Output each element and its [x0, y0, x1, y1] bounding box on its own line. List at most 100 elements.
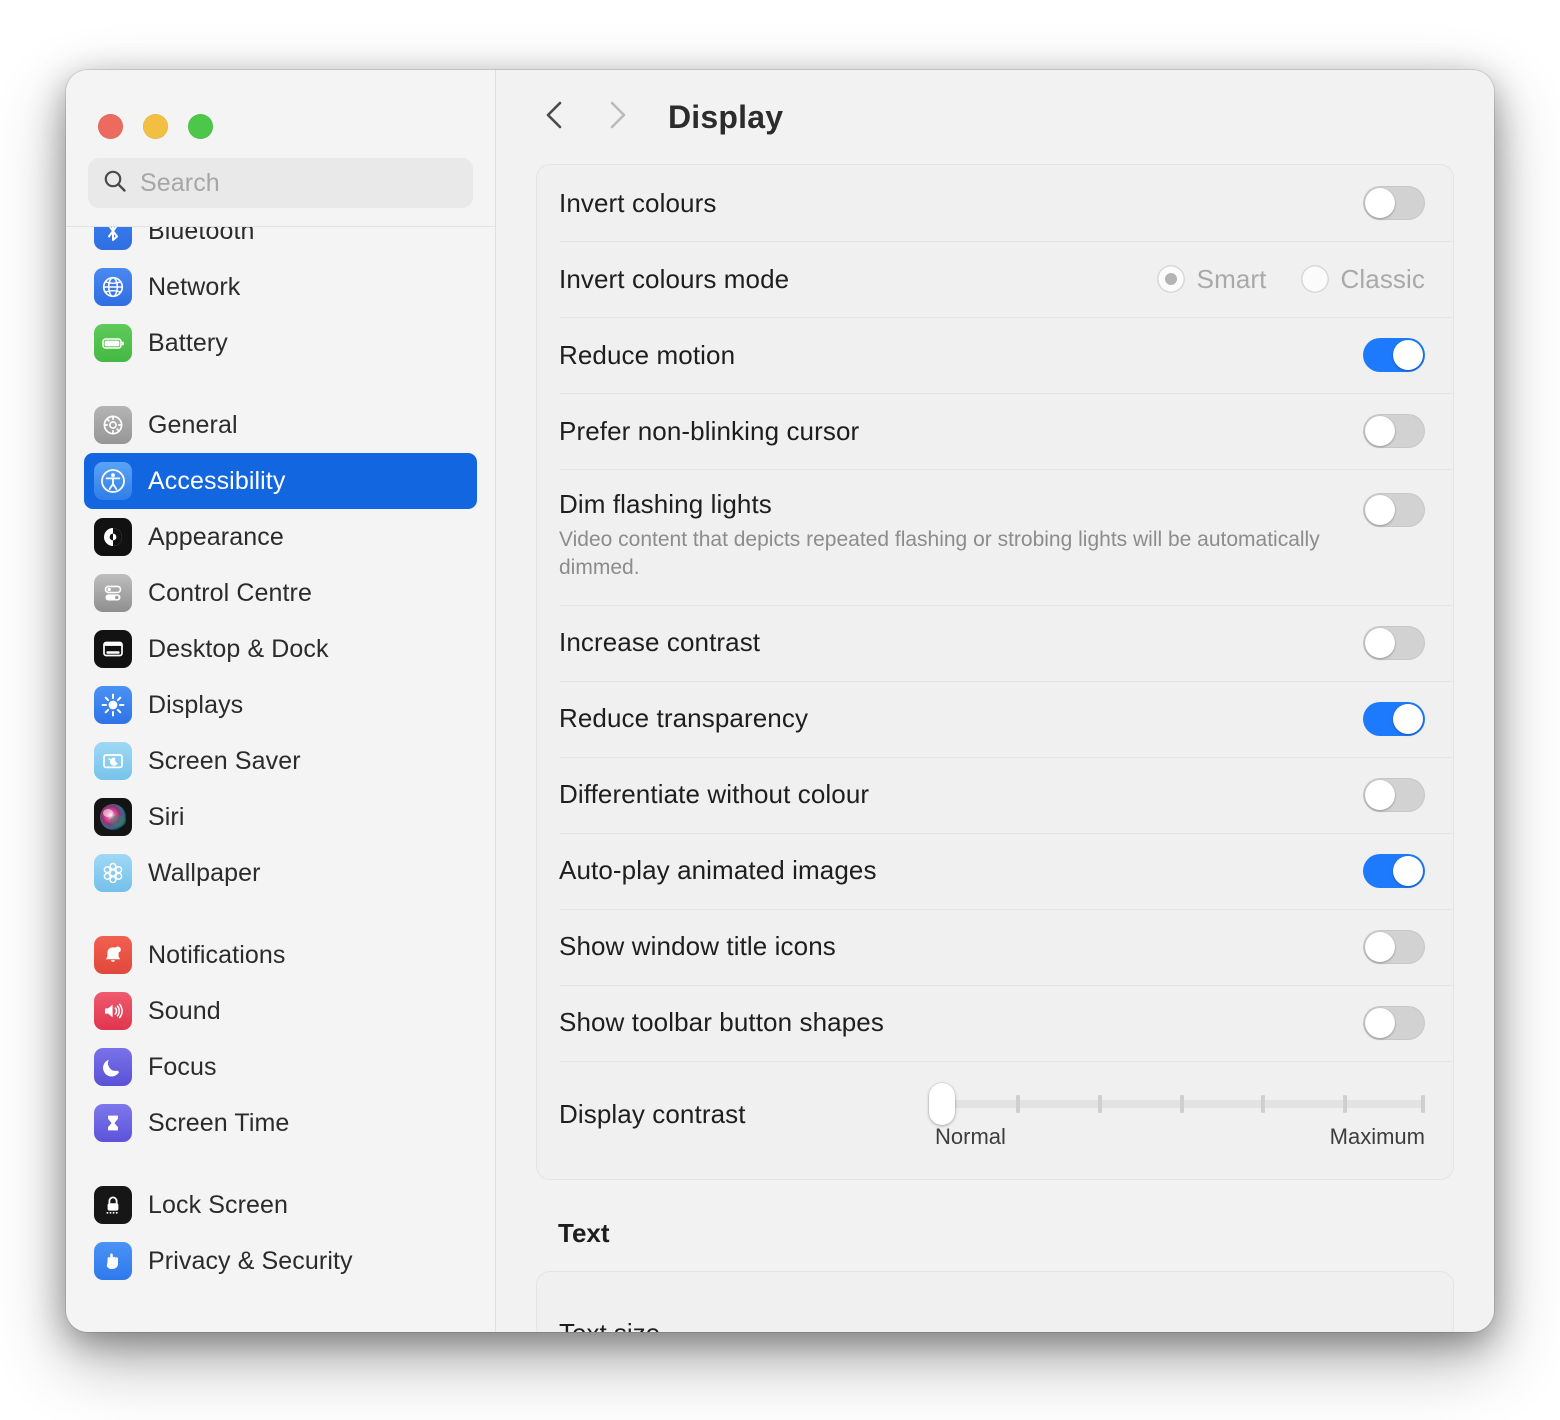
control-centre-icon: [94, 574, 132, 612]
row-reduce-transparency[interactable]: Reduce transparency: [537, 680, 1453, 757]
sidebar-item-lock-screen[interactable]: Lock Screen: [84, 1177, 477, 1233]
sidebar-item-notifications[interactable]: Notifications: [84, 927, 477, 983]
minimize-button[interactable]: [143, 114, 168, 139]
content-pane: Display Invert colours Invert colours mo…: [496, 70, 1494, 1332]
sidebar-item-bluetooth[interactable]: Bluetooth: [84, 227, 477, 259]
forward-button[interactable]: [586, 86, 648, 148]
sidebar-item-sound[interactable]: Sound: [84, 983, 477, 1039]
toggle-knob: [1365, 188, 1395, 218]
zoom-button[interactable]: [188, 114, 213, 139]
sidebar-item-label: Bluetooth: [148, 227, 255, 245]
accessibility-icon: [94, 462, 132, 500]
sidebar-item-desktop-dock[interactable]: Desktop & Dock: [84, 621, 477, 677]
sidebar-item-label: Siri: [148, 802, 185, 831]
row-label: Dim flashing lights: [559, 489, 772, 519]
close-button[interactable]: [98, 114, 123, 139]
toggle-knob: [1365, 931, 1395, 962]
row-differentiate-without-colour[interactable]: Differentiate without colour: [537, 756, 1453, 833]
toggle-knob: [1393, 703, 1423, 734]
row-label: Invert colours: [559, 187, 717, 218]
back-button[interactable]: [524, 86, 586, 148]
sidebar-item-privacy-security[interactable]: Privacy & Security: [84, 1233, 477, 1289]
row-increase-contrast[interactable]: Increase contrast: [537, 604, 1453, 681]
display-settings-card: Invert colours Invert colours mode Smart: [536, 164, 1454, 1180]
battery-icon: [94, 324, 132, 362]
sidebar-item-label: Appearance: [148, 522, 284, 551]
row-label: Reduce motion: [559, 339, 736, 370]
window-controls: [66, 70, 495, 144]
sidebar-item-focus[interactable]: Focus: [84, 1039, 477, 1095]
row-invert-colours[interactable]: Invert colours: [537, 165, 1453, 241]
slider-tick: [1098, 1094, 1103, 1113]
toggle-knob: [1365, 627, 1395, 658]
sidebar: Search Bluetooth Network Battery General…: [66, 70, 496, 1332]
show-window-title-icons-toggle[interactable]: [1363, 929, 1425, 964]
sidebar-item-network[interactable]: Network: [84, 259, 477, 315]
sidebar-item-wallpaper[interactable]: Wallpaper: [84, 845, 477, 901]
bell-icon: [94, 936, 132, 974]
toggle-knob: [1365, 779, 1395, 810]
slider-tick: [1016, 1094, 1021, 1113]
reduce-transparency-toggle[interactable]: [1363, 701, 1425, 736]
row-label: Auto-play animated images: [559, 855, 877, 886]
sidebar-item-control-centre[interactable]: Control Centre: [84, 565, 477, 621]
increase-contrast-toggle[interactable]: [1363, 625, 1425, 660]
invert-colours-mode-radio-group[interactable]: Smart Classic: [1156, 264, 1426, 295]
brightness-icon: [94, 686, 132, 724]
toggle-knob: [1365, 495, 1395, 525]
slider-tick: [1343, 1094, 1348, 1113]
row-prefer-non-blinking-cursor[interactable]: Prefer non-blinking cursor: [537, 393, 1453, 469]
sidebar-list[interactable]: Bluetooth Network Battery General Access…: [66, 227, 495, 1332]
row-invert-colours-mode[interactable]: Invert colours mode Smart Classic: [537, 241, 1453, 317]
sidebar-item-siri[interactable]: Siri: [84, 789, 477, 845]
display-contrast-slider[interactable]: Normal Maximum: [929, 1082, 1426, 1150]
radio-classic[interactable]: Classic: [1300, 264, 1426, 295]
dim-flashing-lights-toggle[interactable]: [1363, 493, 1425, 527]
search-input[interactable]: Search: [88, 158, 473, 208]
slider-tick: [1421, 1094, 1426, 1113]
auto-play-animated-images-toggle[interactable]: [1363, 853, 1425, 888]
slider-min-label: Normal: [935, 1123, 1006, 1149]
slider-knob[interactable]: [929, 1082, 955, 1125]
hand-icon: [94, 1242, 132, 1280]
lock-icon: [94, 1186, 132, 1224]
sidebar-item-battery[interactable]: Battery: [84, 315, 477, 371]
sidebar-item-label: Wallpaper: [148, 858, 261, 887]
sidebar-item-appearance[interactable]: Appearance: [84, 509, 477, 565]
row-dim-flashing-lights[interactable]: Dim flashing lights Video content that d…: [537, 469, 1453, 605]
sidebar-item-label: Desktop & Dock: [148, 634, 329, 663]
row-show-window-title-icons[interactable]: Show window title icons: [537, 908, 1453, 985]
sidebar-item-displays[interactable]: Displays: [84, 677, 477, 733]
sidebar-item-label: Lock Screen: [148, 1190, 289, 1219]
gear-icon: [94, 406, 132, 444]
sidebar-item-screen-saver[interactable]: Screen Saver: [84, 733, 477, 789]
settings-scroll-area[interactable]: Invert colours Invert colours mode Smart: [496, 164, 1494, 1332]
slider-track[interactable]: [929, 1082, 1426, 1125]
sidebar-item-accessibility[interactable]: Accessibility: [84, 453, 477, 509]
sidebar-item-screen-time[interactable]: Screen Time: [84, 1095, 477, 1151]
sidebar-item-label: Focus: [148, 1052, 217, 1081]
speaker-icon: [94, 992, 132, 1030]
system-settings-window: Search Bluetooth Network Battery General…: [66, 70, 1494, 1332]
slider-end-labels: Normal Maximum: [935, 1124, 1425, 1150]
row-auto-play-animated-images[interactable]: Auto-play animated images: [537, 832, 1453, 909]
differentiate-without-colour-toggle[interactable]: [1363, 777, 1425, 812]
bluetooth-icon: [94, 227, 132, 250]
row-reduce-motion[interactable]: Reduce motion: [537, 317, 1453, 393]
prefer-non-blinking-cursor-toggle[interactable]: [1363, 414, 1425, 448]
row-show-toolbar-button-shapes[interactable]: Show toolbar button shapes: [537, 984, 1453, 1061]
reduce-motion-toggle[interactable]: [1363, 338, 1425, 372]
appearance-icon: [94, 518, 132, 556]
show-toolbar-button-shapes-toggle[interactable]: [1363, 1005, 1425, 1040]
slider-tick: [1261, 1094, 1266, 1113]
row-display-contrast[interactable]: Display contrast Normal Maximum: [537, 1060, 1453, 1179]
radio-smart[interactable]: Smart: [1156, 264, 1267, 295]
sidebar-item-general[interactable]: General: [84, 397, 477, 453]
search-container: Search: [66, 144, 495, 226]
sidebar-item-label: Sound: [148, 996, 221, 1025]
text-settings-card: Text size: [536, 1270, 1454, 1332]
invert-colours-toggle[interactable]: [1363, 186, 1425, 220]
